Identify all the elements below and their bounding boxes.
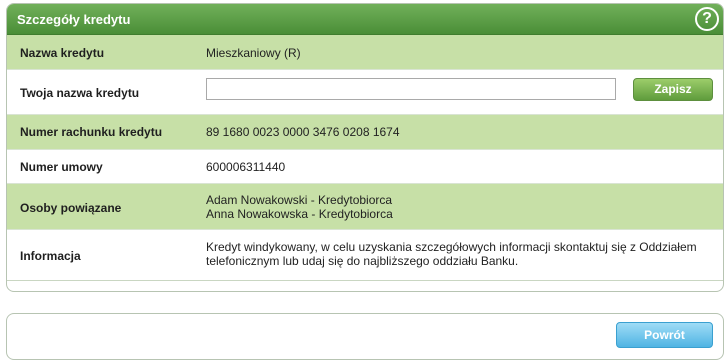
row-credit-name: Nazwa kredytu Mieszkaniowy (R) [7,35,723,70]
related-persons-label: Osoby powiązane [20,201,122,215]
row-account-number: Numer rachunku kredytu 89 1680 0023 0000… [7,115,723,150]
back-button[interactable]: Powrót [616,322,713,348]
panel-header: Szczegóły kredytu ? [7,4,723,35]
credit-details-panel: Szczegóły kredytu ? Nazwa kredytu Mieszk… [6,3,724,292]
account-number-label: Numer rachunku kredytu [20,125,163,139]
related-person-2: Anna Nowakowska - Kredytobiorca [206,207,393,221]
credit-name-value: Mieszkaniowy (R) [206,46,301,60]
related-person-1: Adam Nowakowski - Kredytobiorca [206,193,393,207]
row-your-credit-name: Twoja nazwa kredytu Zapisz [7,70,723,115]
contract-number-label: Numer umowy [20,160,103,174]
panel-title: Szczegóły kredytu [17,12,131,27]
your-credit-name-label: Twoja nazwa kredytu [20,86,140,100]
help-question-icon[interactable]: ? [695,7,719,31]
contract-number-value: 600006311440 [206,160,286,174]
row-information: Informacja Kredyt windykowany, w celu uz… [7,230,723,281]
information-line-2: telefonicznym lub udaj się do najbliższe… [206,254,519,268]
row-related-persons: Osoby powiązane Adam Nowakowski - Kredyt… [7,184,723,230]
credit-name-label: Nazwa kredytu [20,46,105,60]
credit-name-input[interactable] [206,78,616,100]
actions-panel: Powrót [6,313,724,360]
information-label: Informacja [20,249,81,263]
row-contract-number: Numer umowy 600006311440 [7,150,723,184]
information-line-1: Kredyt windykowany, w celu uzyskania szc… [206,240,697,254]
save-button[interactable]: Zapisz [633,78,713,101]
account-number-value: 89 1680 0023 0000 3476 0208 1674 [206,125,400,139]
